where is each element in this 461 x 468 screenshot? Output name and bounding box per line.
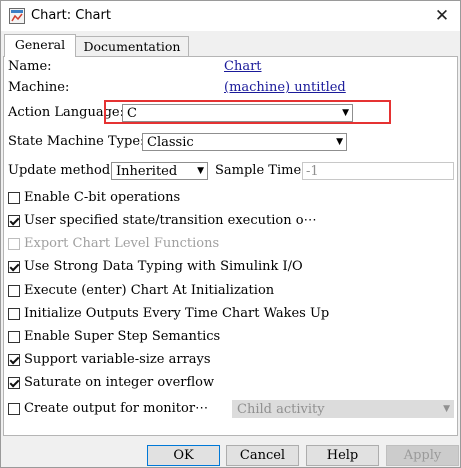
option-label: Use Strong Data Typing with Simulink I/O <box>24 259 303 274</box>
chart-name-link[interactable]: Chart <box>224 59 262 74</box>
sample-time-field[interactable]: -1 <box>302 162 454 180</box>
option-label: Execute (enter) Chart At Initialization <box>24 283 275 298</box>
option-label: Enable Super Step Semantics <box>24 329 221 344</box>
enable-c-bit-operations-checkbox[interactable] <box>8 192 20 204</box>
title-bar: Chart: Chart ✕ <box>1 1 460 31</box>
initialize-outputs-checkbox[interactable] <box>8 308 20 320</box>
close-icon[interactable]: ✕ <box>431 5 453 27</box>
tab-documentation[interactable]: Documentation <box>75 36 189 57</box>
saturate-integer-overflow-checkbox[interactable] <box>8 377 20 389</box>
update-method-label: Update method: <box>8 163 115 178</box>
option-label: Enable C-bit operations <box>24 190 181 205</box>
monitor-output-select: Child activity ▼ <box>232 400 454 418</box>
monitor-output-value: Child activity <box>237 402 325 417</box>
cancel-button[interactable]: Cancel <box>226 445 299 466</box>
ok-button[interactable]: OK <box>147 445 220 466</box>
variable-size-arrays-checkbox[interactable] <box>8 354 20 366</box>
option-label: Saturate on integer overflow <box>24 375 215 390</box>
option-label: Export Chart Level Functions <box>24 236 220 251</box>
state-machine-type-value: Classic <box>147 135 194 150</box>
chevron-down-icon: ▼ <box>443 404 450 414</box>
super-step-semantics-checkbox[interactable] <box>8 331 20 343</box>
create-output-for-monitor-checkbox[interactable] <box>8 403 20 415</box>
execute-at-initialization-checkbox[interactable] <box>8 285 20 297</box>
option-label: Support variable-size arrays <box>24 352 211 367</box>
machine-label: Machine: <box>8 80 70 95</box>
tab-general[interactable]: General <box>4 34 76 57</box>
sample-time-label: Sample Time: <box>215 163 306 178</box>
chart-app-icon <box>9 8 25 24</box>
help-button[interactable]: Help <box>306 445 379 466</box>
window-title: Chart: Chart <box>31 8 111 23</box>
chevron-down-icon: ▼ <box>197 166 204 176</box>
user-specified-execution-order-checkbox[interactable] <box>8 215 20 227</box>
chart-properties-dialog: Chart: Chart ✕ General Documentation Nam… <box>0 0 461 468</box>
name-label: Name: <box>8 59 52 74</box>
state-machine-type-label: State Machine Type: <box>8 134 145 149</box>
update-method-value: Inherited <box>116 164 178 179</box>
strong-data-typing-checkbox[interactable] <box>8 261 20 273</box>
chevron-down-icon: ▼ <box>336 137 343 147</box>
machine-link[interactable]: (machine) untitled <box>224 80 346 95</box>
option-label: Initialize Outputs Every Time Chart Wake… <box>24 306 330 321</box>
sample-time-value: -1 <box>306 164 319 179</box>
option-label: User specified state/transition executio… <box>24 213 317 228</box>
update-method-select[interactable]: Inherited ▼ <box>111 162 208 180</box>
action-language-highlight <box>104 100 391 124</box>
state-machine-type-select[interactable]: Classic ▼ <box>142 133 347 151</box>
option-label: Create output for monitor⋯ <box>24 401 209 416</box>
export-chart-level-functions-checkbox <box>8 238 20 250</box>
apply-button: Apply <box>386 445 459 466</box>
